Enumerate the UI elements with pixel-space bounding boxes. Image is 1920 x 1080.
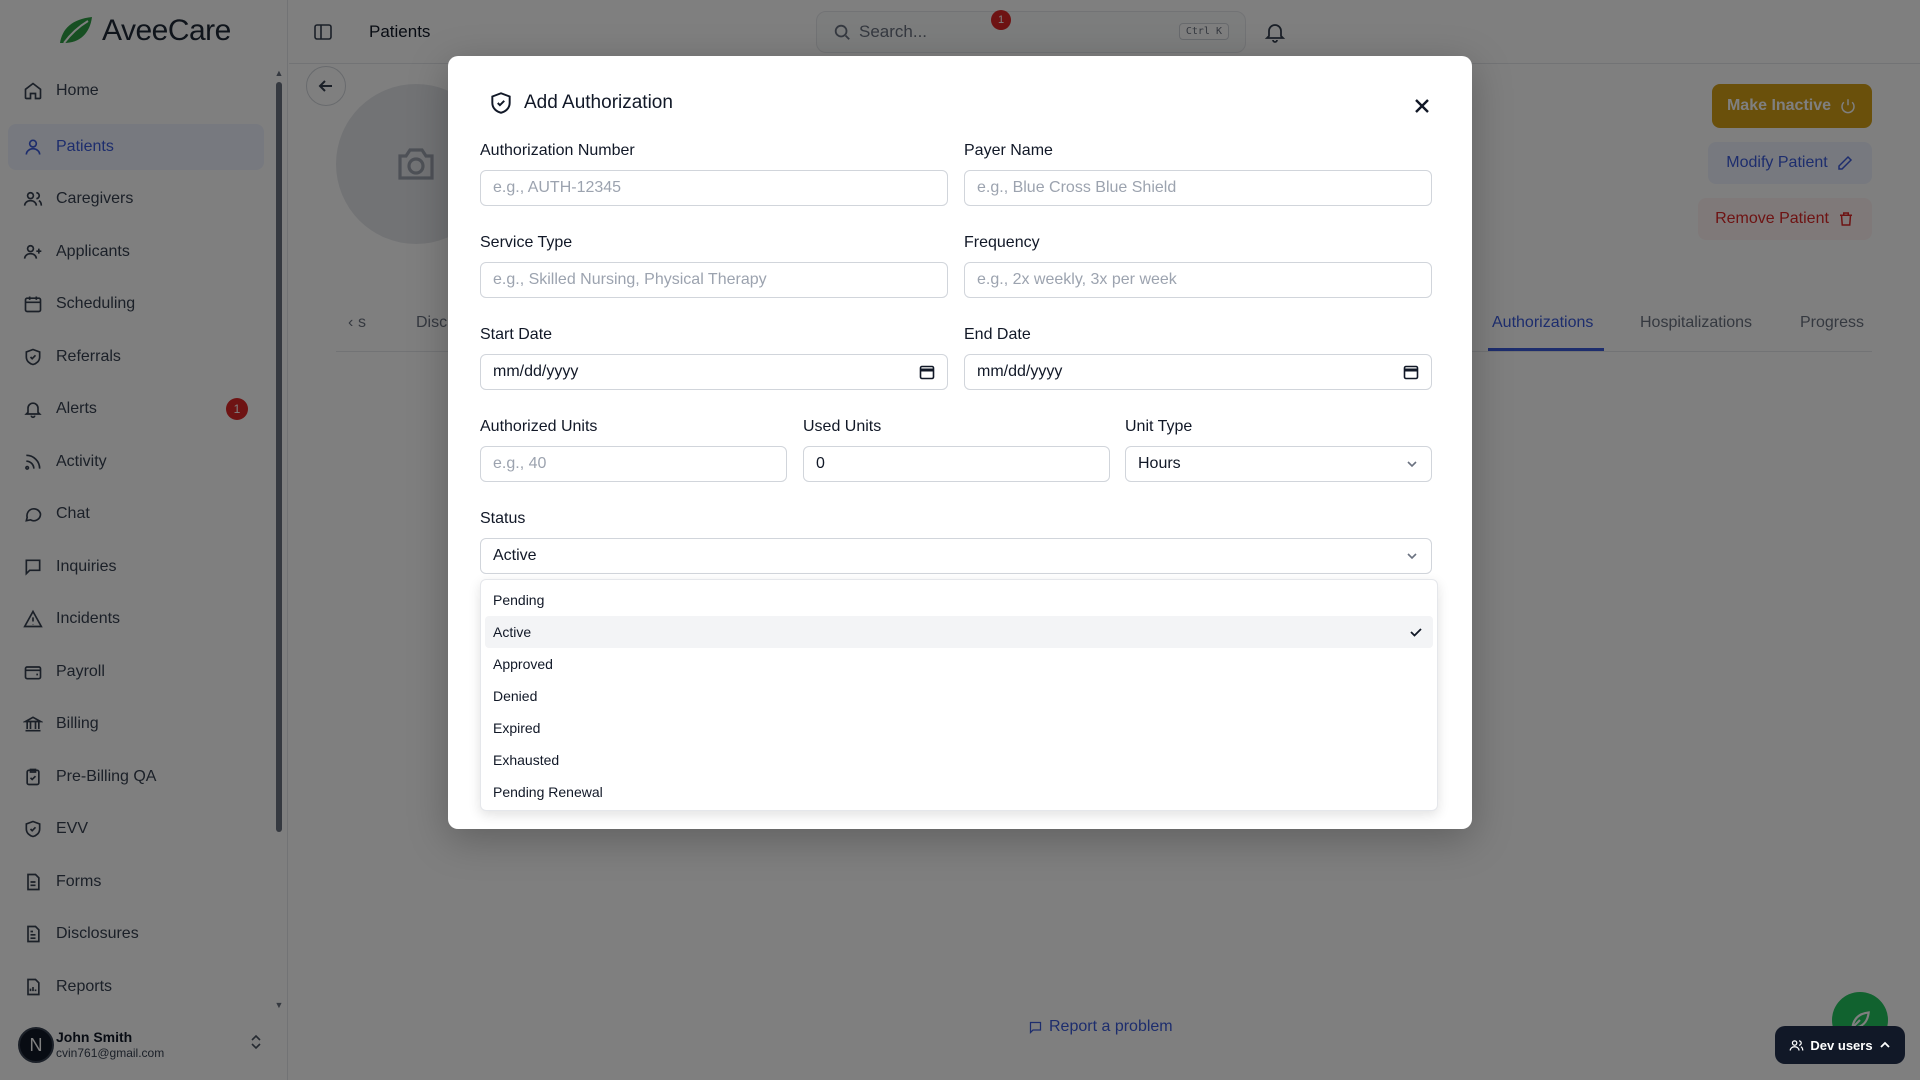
chevron-up-icon [1879, 1041, 1890, 1048]
frequency-label: Frequency [964, 234, 1040, 251]
frequency-input[interactable] [964, 262, 1432, 298]
dev-users-label: Dev users [1810, 1037, 1873, 1053]
option-label: Denied [493, 688, 538, 704]
start-date-value: mm/dd/yyyy [493, 363, 579, 380]
end-date-input[interactable]: mm/dd/yyyy [964, 354, 1432, 390]
status-option-approved[interactable]: Approved [485, 648, 1433, 680]
modal-header: Add Authorization [488, 90, 673, 116]
status-option-expired[interactable]: Expired [485, 712, 1433, 744]
unit-type-value: Hours [1138, 455, 1181, 472]
status-option-denied[interactable]: Denied [485, 680, 1433, 712]
end-date-value: mm/dd/yyyy [977, 363, 1063, 380]
option-label: Expired [493, 720, 541, 736]
status-label: Status [480, 510, 526, 527]
close-button[interactable] [1410, 94, 1434, 118]
service-type-input[interactable] [480, 262, 948, 298]
used-units-label: Used Units [803, 418, 882, 435]
close-icon [1415, 99, 1429, 113]
start-date-input[interactable]: mm/dd/yyyy [480, 354, 948, 390]
status-option-active[interactable]: Active [485, 616, 1433, 648]
chevron-down-icon [1407, 461, 1417, 468]
option-label: Pending Renewal [493, 784, 603, 800]
status-option-pending[interactable]: Pending [485, 584, 1433, 616]
used-units-input[interactable] [803, 446, 1110, 482]
users-icon [1790, 1039, 1804, 1051]
status-option-exhausted[interactable]: Exhausted [485, 744, 1433, 776]
payer-name-input[interactable] [964, 170, 1432, 206]
option-label: Exhausted [493, 752, 560, 768]
chevron-down-icon [1407, 553, 1417, 560]
dev-users-button[interactable]: Dev users [1775, 1026, 1905, 1064]
status-dropdown: Pending Active Approved Denied Expired E… [480, 579, 1438, 811]
status-value: Active [493, 547, 537, 564]
option-label: Approved [493, 656, 553, 672]
authorization-number-input[interactable] [480, 170, 948, 206]
unit-type-select[interactable]: Hours [1125, 446, 1432, 482]
option-label: Active [493, 624, 532, 640]
end-date-label: End Date [964, 326, 1031, 343]
authorization-number-label: Authorization Number [480, 142, 635, 159]
service-type-label: Service Type [480, 234, 573, 251]
unit-type-label: Unit Type [1125, 418, 1193, 435]
payer-name-label: Payer Name [964, 142, 1053, 159]
status-option-pending-renewal[interactable]: Pending Renewal [485, 776, 1433, 808]
option-label: Pending [493, 592, 545, 608]
status-select[interactable]: Active [480, 538, 1432, 574]
start-date-label: Start Date [480, 326, 553, 343]
add-authorization-modal: Add Authorization Authorization Number P… [448, 56, 1472, 829]
check-icon [1410, 628, 1422, 637]
authorized-units-label: Authorized Units [480, 418, 598, 435]
calendar-icon[interactable] [1403, 364, 1419, 380]
modal-title: Add Authorization [524, 92, 673, 113]
shield-check-icon [491, 92, 511, 114]
calendar-icon[interactable] [919, 364, 935, 380]
authorized-units-input[interactable] [480, 446, 787, 482]
